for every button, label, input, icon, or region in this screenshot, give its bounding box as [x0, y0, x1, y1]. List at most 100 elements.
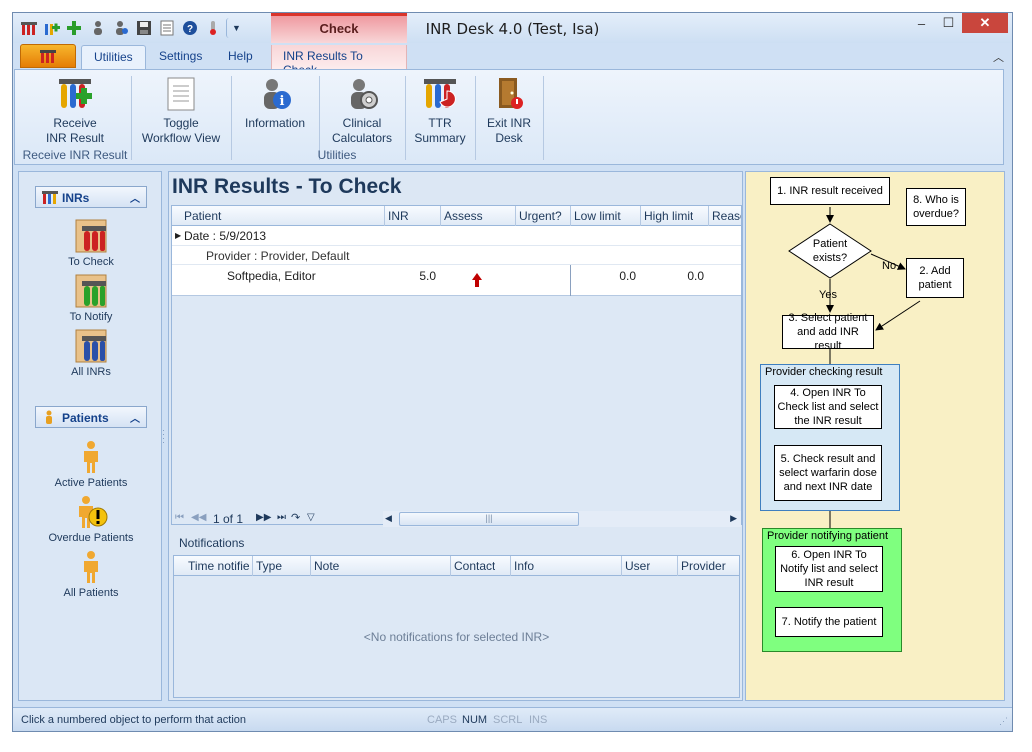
filter-icon[interactable]: ▽	[307, 512, 315, 523]
ribbon-collapse-icon[interactable]: ︿	[993, 49, 1004, 65]
table-row[interactable]: Softpedia, Editor 5.0 0.0 0.0	[172, 265, 741, 296]
cell-divider	[570, 265, 571, 296]
column-header-urgent[interactable]: Urgent?	[519, 209, 562, 223]
ribbon: Receive INR Result Receive INR Result To…	[14, 69, 1004, 165]
cell-inr: 5.0	[419, 269, 436, 283]
app-menu-icon	[40, 50, 56, 63]
refresh-icon[interactable]: ↷	[291, 511, 300, 524]
column-header-contact[interactable]: Contact	[454, 559, 495, 573]
application-menu-button[interactable]	[20, 44, 76, 68]
column-divider	[677, 556, 678, 576]
receive-inr-icon	[57, 76, 93, 112]
workflow-step-3[interactable]: 3. Select patient and add INR result	[782, 312, 874, 352]
horizontal-scrollbar[interactable]: ◀ ||| ▶	[383, 511, 741, 527]
expand-triangle-icon[interactable]: ▶	[175, 231, 181, 240]
scrollbar-thumb[interactable]: |||	[399, 512, 579, 526]
inrs-header-label: INRs	[62, 191, 90, 205]
first-page-icon[interactable]: ⏮	[175, 512, 184, 523]
nav-overdue-patients[interactable]: Overdue Patients	[19, 494, 163, 544]
notifications-panel: Notifications Time notifie Type Note Con…	[171, 532, 742, 700]
tab-inr-results-to-check[interactable]: INR Results To Check	[271, 45, 407, 77]
exit-inr-desk-button[interactable]: Exit INR Desk	[479, 76, 539, 146]
tab-help[interactable]: Help	[216, 45, 265, 69]
patients-section-header[interactable]: Patients ︿	[35, 406, 147, 428]
column-header-high-limit[interactable]: High limit	[644, 209, 693, 223]
workflow-decision-patient-exists[interactable]: Patient exists?	[804, 237, 856, 265]
column-header-time-notified[interactable]: Time notifie	[188, 559, 250, 573]
information-button[interactable]: i Information	[237, 76, 313, 131]
group-date-label: Date : 5/9/2013	[184, 229, 267, 243]
column-header-user[interactable]: User	[625, 559, 650, 573]
workflow-step-7[interactable]: 7. Notify the patient	[775, 607, 883, 637]
tab-settings[interactable]: Settings	[147, 45, 214, 69]
maximize-icon[interactable]: ☐	[935, 13, 962, 33]
ttr-summary-label: TTR Summary	[414, 116, 466, 145]
column-header-provider[interactable]: Provider	[681, 559, 726, 573]
workflow-step-1[interactable]: 1. INR result received	[770, 177, 890, 205]
column-divider	[450, 556, 451, 576]
clinical-calculators-button[interactable]: Clinical Calculators	[323, 76, 401, 146]
inrs-section-header[interactable]: INRs ︿	[35, 186, 147, 208]
column-header-type[interactable]: Type	[256, 559, 282, 573]
column-divider	[621, 556, 622, 576]
toggle-workflow-view-button[interactable]: Toggle Workflow View	[137, 76, 225, 146]
window-controls: ‒ ☐ ✕	[908, 13, 1008, 35]
scroll-right-icon[interactable]: ▶	[730, 513, 737, 524]
nav-all-inrs[interactable]: All INRs	[19, 328, 163, 378]
last-page-icon[interactable]: ⏭	[277, 512, 286, 523]
workflow-step-8[interactable]: 8. Who is overdue?	[906, 188, 966, 226]
workflow-step-5[interactable]: 5. Check result and select warfarin dose…	[774, 445, 882, 501]
column-divider	[440, 206, 441, 226]
workflow-step-4[interactable]: 4. Open INR To Check list and select the…	[774, 385, 882, 429]
up-arrow-icon	[472, 273, 482, 290]
receive-inr-result-button[interactable]: Receive INR Result	[33, 76, 117, 146]
num-indicator: NUM	[462, 714, 488, 726]
utilities-group-label: Utilities	[317, 148, 357, 162]
status-bar: Click a numbered object to perform that …	[13, 707, 1012, 731]
splitter-handle[interactable]: · · · ·	[162, 426, 165, 447]
receive-inr-label: Receive INR Result	[45, 116, 104, 145]
chevron-up-icon: ︿	[130, 194, 140, 205]
notifications-grid: Time notifie Type Note Contact Info User…	[173, 555, 740, 698]
column-header-patient[interactable]: Patient	[184, 209, 374, 223]
minimize-icon[interactable]: ‒	[908, 13, 935, 33]
column-header-assess[interactable]: Assess	[444, 209, 483, 223]
group-row-provider[interactable]: Provider : Provider, Default	[172, 246, 741, 265]
column-divider	[708, 206, 709, 226]
grid-pager: ⏮ ◀◀ 1 of 1 ▶▶ ⏭ ↷ ▽ ◀ ||| ▶	[171, 509, 742, 529]
nav-all-patients[interactable]: All Patients	[19, 549, 163, 599]
workflow-label-no: No	[882, 260, 897, 272]
nav-to-notify[interactable]: To Notify	[19, 273, 163, 323]
resize-grip-icon[interactable]: ⋰	[999, 716, 1008, 727]
ttr-summary-icon	[422, 76, 458, 112]
column-header-reason[interactable]: Reaso	[712, 209, 741, 223]
group-row-date[interactable]: ▶ Date : 5/9/2013	[172, 226, 741, 246]
information-label: Information	[244, 116, 306, 130]
column-divider	[515, 206, 516, 226]
workflow-step-2[interactable]: 2. Add patient	[906, 258, 964, 298]
next-page-icon[interactable]: ▶▶	[256, 512, 271, 523]
column-header-inr[interactable]: INR	[388, 209, 409, 223]
active-patients-icon	[73, 439, 109, 475]
ribbon-tabs: Utilities Settings Help INR Results To C…	[13, 43, 1012, 77]
tab-utilities[interactable]: Utilities	[81, 45, 146, 69]
column-header-low-limit[interactable]: Low limit	[574, 209, 621, 223]
exit-inr-desk-label: Exit INR Desk	[486, 116, 531, 145]
provider-notifying-label: Provider notifying patient	[767, 530, 889, 542]
column-header-info[interactable]: Info	[514, 559, 534, 573]
app-window: ? ▼ Check INR Desk 4.0 (Test, Isa) ‒ ☐ ✕…	[12, 12, 1013, 732]
workflow-label-yes: Yes	[819, 289, 837, 301]
previous-page-icon[interactable]: ◀◀	[191, 512, 206, 523]
page-title: INR Results - To Check	[172, 175, 402, 198]
scroll-left-icon[interactable]: ◀	[385, 513, 392, 524]
notifications-title: Notifications	[179, 536, 245, 550]
workflow-step-6[interactable]: 6. Open INR To Notify list and select IN…	[775, 546, 883, 592]
grid-header: Patient INR Assess Urgent? Low limit Hig…	[172, 206, 741, 226]
column-header-note[interactable]: Note	[314, 559, 339, 573]
nav-to-check[interactable]: To Check	[19, 218, 163, 268]
close-icon[interactable]: ✕	[962, 13, 1008, 33]
nav-active-patients[interactable]: Active Patients	[19, 439, 163, 489]
ttr-summary-button[interactable]: TTR Summary	[409, 76, 471, 146]
column-divider	[570, 206, 571, 226]
group-separator	[131, 76, 132, 160]
